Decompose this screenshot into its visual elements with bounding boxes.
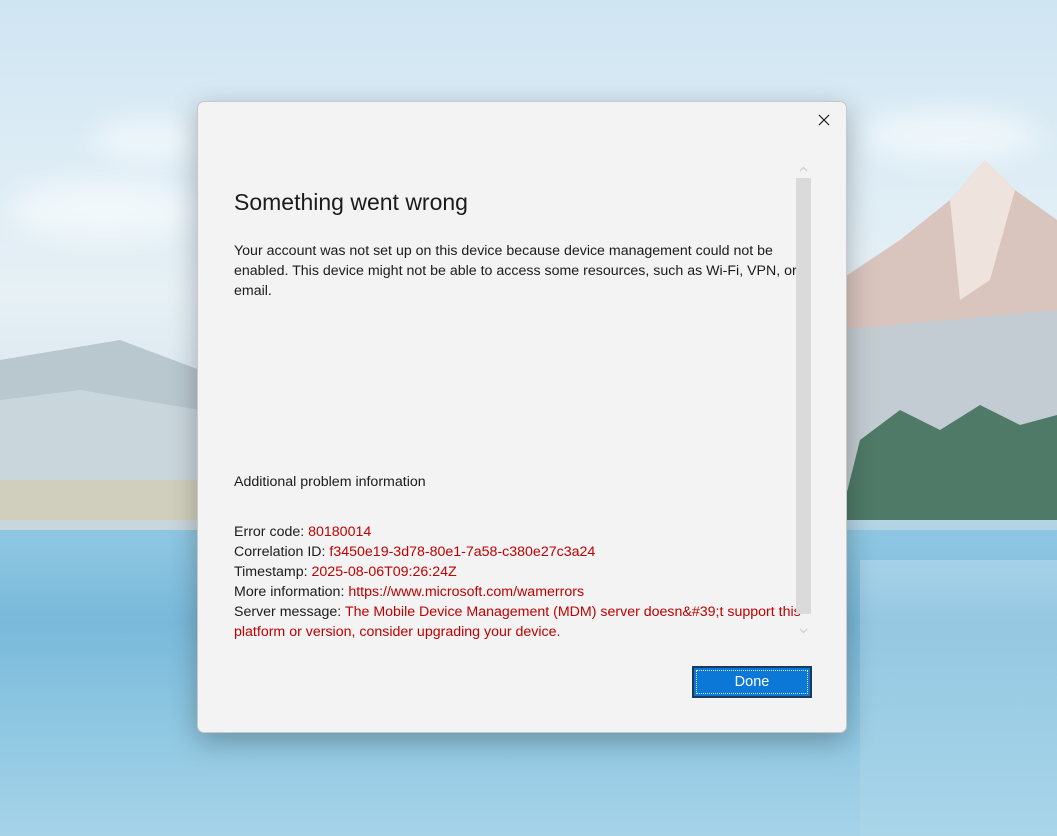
server-message-row: Server message: The Mobile Device Manage… (234, 602, 814, 642)
wallpaper-cloud (90, 120, 210, 160)
close-icon (818, 114, 830, 126)
wallpaper-mountain-right (840, 160, 1057, 520)
error-code-label: Error code: (234, 524, 309, 540)
error-code-value[interactable]: 80180014 (308, 524, 371, 540)
error-message: Your account was not set up on this devi… (234, 243, 797, 299)
correlation-id-label: Correlation ID: (234, 544, 330, 560)
dialog-title: Something went wrong (234, 189, 468, 215)
wallpaper-cloud (10, 180, 200, 240)
timestamp-label: Timestamp: (234, 564, 312, 580)
correlation-id-row: Correlation ID: f3450e19-3d78-80e1-7a58-… (234, 542, 814, 562)
additional-info-heading: Additional problem information (234, 474, 426, 490)
error-dialog: Something went wrong Your account was no… (197, 101, 847, 733)
more-info-link[interactable]: https://www.microsoft.com/wamerrors (348, 584, 584, 600)
wallpaper-cloud (860, 110, 1040, 160)
more-info-row: More information: https://www.microsoft.… (234, 582, 814, 602)
correlation-id-value[interactable]: f3450e19-3d78-80e1-7a58-c380e27c3a24 (329, 544, 595, 560)
done-button[interactable]: Done (692, 666, 812, 698)
timestamp-value[interactable]: 2025-08-06T09:26:24Z (312, 564, 457, 580)
done-button-label: Done (696, 670, 808, 694)
wallpaper-mountain-left (0, 340, 200, 540)
wallpaper-reflection (860, 560, 1057, 836)
error-code-row: Error code: 80180014 (234, 522, 814, 542)
scrollbar-thumb[interactable] (796, 178, 811, 614)
scroll-down-button[interactable] (795, 624, 811, 638)
chevron-up-icon (799, 166, 807, 172)
problem-info-list: Error code: 80180014 Correlation ID: f34… (234, 522, 814, 642)
chevron-down-icon (799, 628, 807, 634)
close-button[interactable] (810, 107, 838, 133)
content-scrollbar[interactable] (795, 162, 811, 638)
timestamp-row: Timestamp: 2025-08-06T09:26:24Z (234, 562, 814, 582)
more-info-label: More information: (234, 584, 349, 600)
scroll-up-button[interactable] (795, 162, 811, 176)
server-message-label: Server message: (234, 604, 345, 620)
